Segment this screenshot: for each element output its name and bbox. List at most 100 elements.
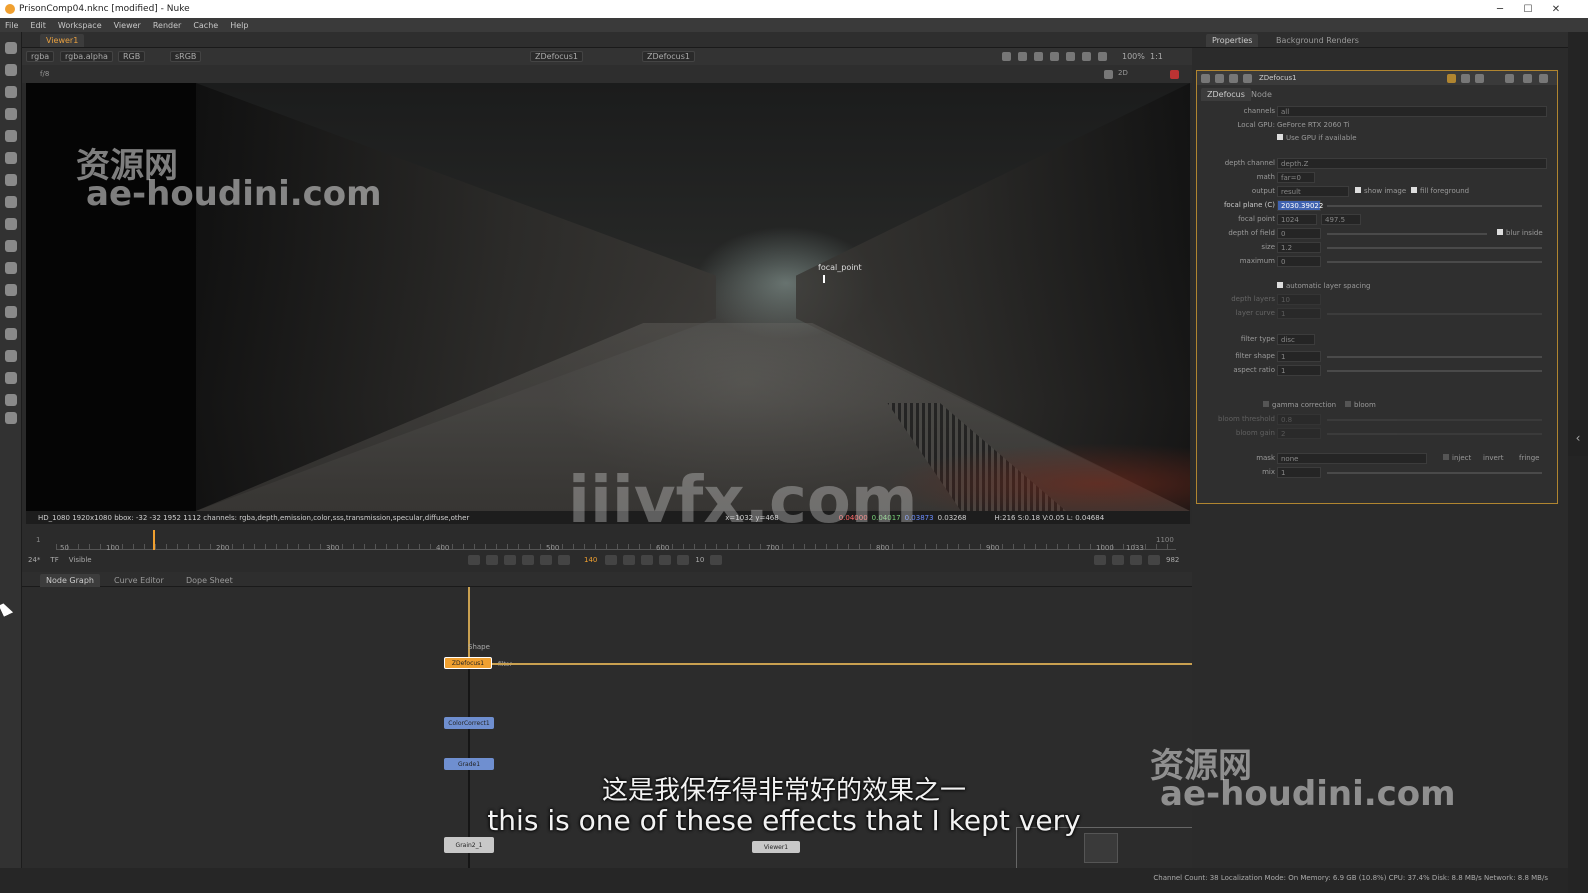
tab-properties[interactable]: Properties bbox=[1206, 34, 1259, 47]
loop-icon[interactable] bbox=[468, 555, 480, 565]
node-color-icon[interactable] bbox=[1243, 74, 1252, 83]
checkbox-icon[interactable] bbox=[1355, 187, 1361, 193]
gamma-correction-checkbox[interactable]: gamma correction bbox=[1263, 401, 1336, 409]
other-tools-icon[interactable] bbox=[5, 372, 17, 384]
bloom-checkbox[interactable]: bloom bbox=[1345, 401, 1376, 409]
particles-tools-icon[interactable] bbox=[5, 262, 17, 274]
node-graph-canvas[interactable]: Shape ZDefocus1 filter ColorCorrect1 Gra… bbox=[22, 587, 1192, 893]
menu-workspace[interactable]: Workspace bbox=[58, 21, 102, 30]
views-tools-icon[interactable] bbox=[5, 306, 17, 318]
output-dropdown[interactable]: result bbox=[1277, 186, 1349, 197]
node-graph-minimap[interactable] bbox=[1084, 833, 1118, 863]
plugins-icon[interactable] bbox=[5, 412, 17, 424]
focal-plane-slider[interactable] bbox=[1327, 205, 1542, 207]
subtab-node[interactable]: Node bbox=[1245, 88, 1278, 101]
channels-dropdown[interactable]: rgba bbox=[26, 51, 55, 62]
refresh-icon[interactable] bbox=[1082, 52, 1091, 61]
metadata-tools-icon[interactable] bbox=[5, 328, 17, 340]
inject-checkbox[interactable]: inject bbox=[1443, 454, 1471, 462]
end-frame-field[interactable]: 982 bbox=[1166, 556, 1179, 564]
menu-help[interactable]: Help bbox=[230, 21, 248, 30]
checkbox-icon[interactable] bbox=[1345, 401, 1351, 407]
tab-viewer1[interactable]: Viewer1 bbox=[40, 34, 85, 47]
depth-channel-dropdown[interactable]: depth.Z bbox=[1277, 158, 1547, 169]
color-tools-icon[interactable] bbox=[5, 130, 17, 142]
channels-dropdown[interactable]: all bbox=[1277, 106, 1547, 117]
menu-cache[interactable]: Cache bbox=[193, 21, 218, 30]
redo-icon[interactable] bbox=[1461, 74, 1470, 83]
fps-dropdown[interactable]: 24* bbox=[28, 556, 40, 564]
pause-icon[interactable] bbox=[1098, 52, 1107, 61]
prev-keyframe-icon[interactable] bbox=[504, 555, 516, 565]
image-tools-icon[interactable] bbox=[5, 42, 17, 54]
close-icon[interactable]: ✕ bbox=[1542, 0, 1570, 18]
lock-icon[interactable] bbox=[1130, 555, 1142, 565]
alpha-dropdown[interactable]: rgba.alpha bbox=[60, 51, 113, 62]
float-icon[interactable] bbox=[1215, 74, 1224, 83]
prev-frame-icon[interactable] bbox=[522, 555, 534, 565]
frame-step-field[interactable]: 10 bbox=[695, 556, 704, 564]
aspect-ratio-field[interactable]: 1 bbox=[1277, 365, 1321, 376]
auto-layer-checkbox[interactable]: automatic layer spacing bbox=[1277, 282, 1370, 290]
tab-dope-sheet[interactable]: Dope Sheet bbox=[180, 574, 239, 587]
next-keyframe-icon[interactable] bbox=[641, 555, 654, 565]
focal-plane-field[interactable]: 2030.39022 bbox=[1277, 200, 1323, 211]
display-dropdown[interactable]: RGB bbox=[118, 51, 146, 62]
cache-icon[interactable] bbox=[1112, 555, 1124, 565]
playhead[interactable] bbox=[153, 530, 155, 550]
mask-dropdown[interactable]: none bbox=[1277, 453, 1427, 464]
layer-curve-slider[interactable] bbox=[1327, 313, 1542, 315]
tf-dropdown[interactable]: TF bbox=[50, 556, 58, 564]
filter-shape-slider[interactable] bbox=[1327, 356, 1542, 358]
checkbox-icon[interactable] bbox=[1411, 187, 1417, 193]
collapse-icon[interactable] bbox=[1201, 74, 1210, 83]
use-gpu-checkbox[interactable]: Use GPU if available bbox=[1277, 134, 1357, 142]
bloom-gain-field[interactable]: 2 bbox=[1277, 428, 1321, 439]
overlay-icon[interactable] bbox=[1034, 52, 1043, 61]
clipping-icon[interactable] bbox=[1018, 52, 1027, 61]
play-forward-icon[interactable] bbox=[605, 555, 618, 565]
skip-back-icon[interactable] bbox=[677, 555, 690, 565]
depth-of-field-slider[interactable] bbox=[1327, 233, 1487, 235]
revert-icon[interactable] bbox=[1475, 74, 1484, 83]
record-icon[interactable] bbox=[1170, 70, 1179, 79]
current-frame-field[interactable]: 140 bbox=[584, 556, 597, 564]
node-viewer[interactable]: Viewer1 bbox=[752, 841, 800, 853]
fringe-checkbox[interactable]: fringe bbox=[1519, 454, 1539, 462]
blur-inside-checkbox[interactable]: blur inside bbox=[1497, 229, 1543, 237]
tab-background-renders[interactable]: Background Renders bbox=[1270, 34, 1365, 47]
checkbox-icon[interactable] bbox=[1263, 401, 1269, 407]
zoom-level[interactable]: 100% bbox=[1122, 52, 1145, 61]
fill-foreground-checkbox[interactable]: fill foreground bbox=[1411, 187, 1469, 195]
focal-point-y[interactable]: 497.5 bbox=[1321, 214, 1361, 225]
view-mode-icon[interactable] bbox=[1104, 70, 1113, 79]
skip-forward-icon[interactable] bbox=[710, 555, 723, 565]
node-grain[interactable]: Grain2_1 bbox=[444, 837, 494, 853]
menu-file[interactable]: File bbox=[5, 21, 18, 30]
menu-viewer[interactable]: Viewer bbox=[114, 21, 141, 30]
timeline-end[interactable]: 1100 bbox=[1156, 536, 1174, 544]
maximize-panel-icon[interactable] bbox=[1523, 74, 1532, 83]
mix-field[interactable]: 1 bbox=[1277, 467, 1321, 478]
fstop-field[interactable]: f/8 bbox=[40, 70, 49, 78]
roi-icon[interactable] bbox=[1002, 52, 1011, 61]
guide-icon[interactable] bbox=[1050, 52, 1059, 61]
menu-edit[interactable]: Edit bbox=[30, 21, 46, 30]
play-backward-icon[interactable] bbox=[540, 555, 552, 565]
checkbox-icon[interactable] bbox=[1497, 229, 1503, 235]
minimize-icon[interactable]: ─ bbox=[1486, 0, 1514, 18]
first-frame-icon[interactable] bbox=[486, 555, 498, 565]
maximize-icon[interactable]: ☐ bbox=[1514, 0, 1542, 18]
toolsets-icon[interactable] bbox=[5, 350, 17, 362]
viewer-canvas[interactable]: focal_point bbox=[26, 83, 1190, 511]
checkbox-icon[interactable] bbox=[1277, 134, 1283, 140]
math-dropdown[interactable]: far=0 bbox=[1277, 172, 1315, 183]
bloom-threshold-slider[interactable] bbox=[1327, 419, 1542, 421]
range-dropdown[interactable]: Visible bbox=[69, 556, 92, 564]
keyer-tools-icon[interactable] bbox=[5, 174, 17, 186]
merge-tools-icon[interactable] bbox=[5, 196, 17, 208]
node-colorcorrect[interactable]: ColorCorrect1 bbox=[444, 717, 494, 729]
panel-expand-icon[interactable]: ‹ bbox=[1568, 420, 1588, 456]
pin-icon[interactable] bbox=[1505, 74, 1514, 83]
bloom-threshold-field[interactable]: 0.8 bbox=[1277, 414, 1321, 425]
